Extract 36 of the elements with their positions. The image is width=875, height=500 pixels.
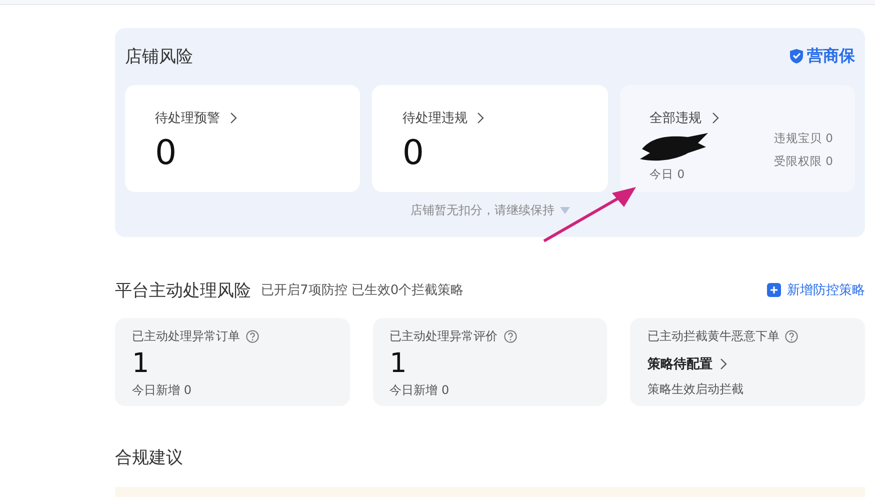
stat-text: 违规宝贝 0	[774, 131, 833, 146]
chevron-right-icon	[712, 112, 719, 124]
section-subtitle: 已开启7项防控 已生效0个拦截策略	[261, 282, 464, 299]
status-text: 店铺暂无扣分，请继续保持	[410, 202, 554, 219]
note-text: 策略生效启动拦截	[647, 381, 744, 398]
count-value: 1	[390, 349, 407, 379]
card-label: 待处理预警	[155, 110, 220, 127]
card-label: 待处理违规	[402, 110, 468, 127]
note-text: 今日新增 0	[390, 382, 450, 399]
count-value: 0	[402, 133, 424, 173]
card-label: 已主动处理异常评价	[390, 328, 498, 345]
plus-icon	[767, 283, 781, 297]
add-strategy-button[interactable]: 新增防控策略	[767, 281, 865, 299]
section-title: 平台主动处理风险	[115, 280, 251, 302]
card-label: 已主动拦截黄牛恶意下单	[647, 328, 780, 345]
count-value: 1	[132, 349, 150, 379]
card-label: 全部违规	[650, 110, 702, 127]
chevron-right-icon	[720, 358, 728, 370]
chevron-right-icon	[477, 112, 484, 124]
risk-card[interactable]: 待处理预警 0	[125, 85, 360, 192]
risk-card[interactable]: 待处理违规 0	[372, 85, 608, 192]
config-link[interactable]: 策略待配置	[647, 355, 728, 373]
section-title: 店铺风险	[125, 46, 193, 68]
card-label: 已主动处理异常订单	[132, 328, 240, 345]
help-icon[interactable]	[504, 330, 517, 343]
section-title: 合规建议	[115, 447, 183, 469]
chevron-right-icon	[230, 112, 237, 124]
brand-logo: 营商保	[807, 46, 855, 66]
today-count: 今日 0	[650, 167, 685, 182]
shield-icon	[789, 48, 804, 64]
stat-text: 受限权限 0	[774, 154, 833, 169]
help-icon[interactable]	[785, 330, 798, 343]
count-value: 0	[155, 133, 177, 173]
note-text: 今日新增 0	[132, 382, 192, 399]
risk-card[interactable]: 全部违规 今日 0 违规宝贝 0 受限权限 0	[620, 85, 855, 192]
help-icon[interactable]	[246, 330, 259, 343]
